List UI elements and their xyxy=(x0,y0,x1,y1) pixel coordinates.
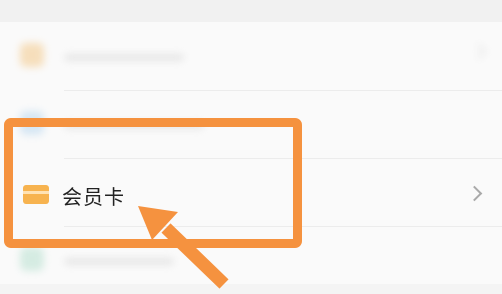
pointer-arrow-icon xyxy=(138,206,229,289)
